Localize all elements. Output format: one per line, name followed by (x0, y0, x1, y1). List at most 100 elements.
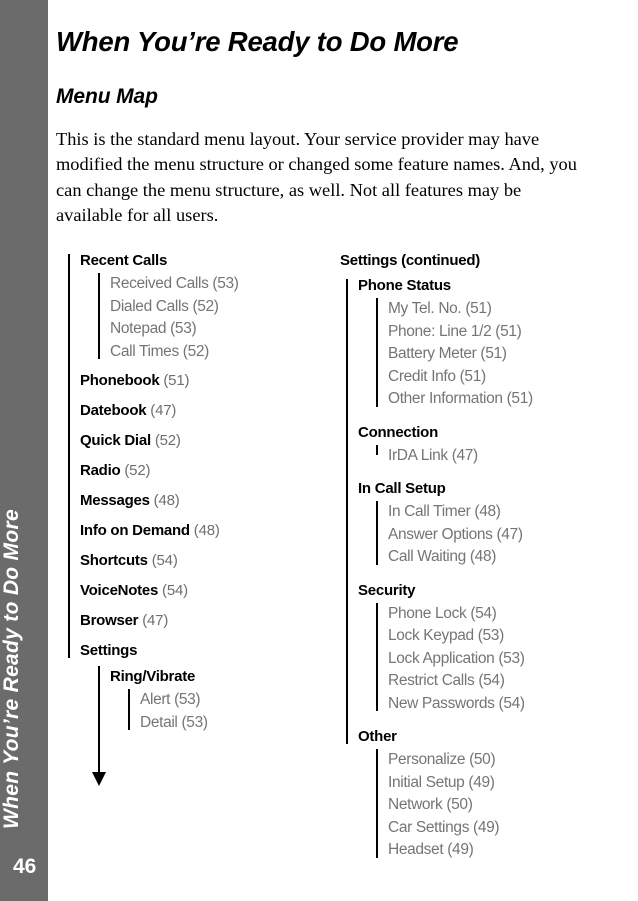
menu-entry-page-ref: (47) (146, 402, 177, 419)
menu-entry-label: Detail (53) (140, 713, 208, 731)
menu-subentry: Notepad (53) (110, 320, 197, 338)
menu-entry-label: Settings (continued) (340, 252, 480, 269)
section-heading: Menu Map (56, 85, 158, 108)
menu-entry-label: IrDA Link (47) (388, 446, 478, 464)
menu-entry-label: Other (358, 728, 397, 745)
menu-entry-in-call-setup: In Call Setup (358, 480, 446, 497)
intro-paragraph: This is the standard menu layout. Your s… (56, 129, 577, 225)
menu-subentry: Lock Application (53) (388, 650, 525, 668)
menu-entry-page-ref: (54) (158, 582, 188, 599)
menu-entry-radio: Radio (52) (80, 462, 150, 479)
page-title: When You’re Ready to Do More (56, 26, 459, 57)
menu-entry-page-ref: (54) (147, 552, 178, 569)
menu-entry-label: Browser (80, 612, 139, 629)
menu-entry-security: Security (358, 582, 415, 599)
menu-subentry: Credit Info (51) (388, 368, 486, 386)
menu-entry-label: Received Calls (53) (110, 275, 239, 292)
tree-rail-in-call-setup-children (376, 501, 378, 565)
menu-entry-label: Call Times (52) (110, 342, 209, 360)
menu-entry-other: Other (358, 728, 397, 745)
menu-entry-page-ref: (48) (189, 522, 220, 539)
menu-subentry: Call Waiting (48) (388, 548, 496, 566)
menu-entry-label: Datebook (80, 402, 147, 419)
menu-entry-label: Lock Application (53) (388, 649, 525, 667)
menu-subentry: Call Times (52) (110, 343, 209, 361)
menu-entry-label: Phone: Line 1/2 (51) (388, 322, 522, 340)
continuation-arrow-line (98, 666, 100, 774)
menu-entry-label: Info on Demand (80, 522, 190, 539)
menu-entry-recent-calls: Recent Calls (80, 252, 167, 269)
menu-subentry: Personalize (50) (388, 751, 496, 769)
menu-entry-label: Quick Dial (80, 432, 151, 449)
menu-entry-label: In Call Setup (358, 480, 446, 497)
menu-subentry: Restrict Calls (54) (388, 672, 505, 690)
menu-entry-page-ref: (52) (150, 432, 181, 449)
tree-rail-connection-children (376, 444, 378, 455)
menu-entry-label: Connection (358, 423, 438, 441)
menu-entry-quick-dial: Quick Dial (52) (80, 432, 181, 449)
menu-entry-label: Initial Setup (49) (388, 773, 495, 791)
continuation-arrow-head (92, 772, 106, 786)
menu-entry-label: Credit Info (51) (388, 367, 486, 385)
menu-entry-label: Dialed Calls (52) (110, 297, 219, 315)
menu-entry-phonebook: Phonebook (51) (80, 372, 189, 389)
menu-entry-voicenotes: VoiceNotes (54) (80, 582, 188, 599)
menu-entry-label: Call Waiting (48) (388, 548, 497, 565)
menu-entry-label: Shortcuts (80, 552, 148, 569)
menu-entry-label: Phonebook (80, 372, 160, 389)
menu-subentry: Lock Keypad (53) (388, 627, 504, 645)
menu-entry-page-ref: (48) (149, 492, 180, 509)
menu-entry-datebook: Datebook (47) (80, 402, 176, 419)
chapter-tab-rail: When You’re Ready to Do More 46 (0, 0, 48, 901)
menu-subentry: Alert (53) (140, 691, 201, 709)
menu-entry-label: In Call Timer (48) (388, 503, 501, 520)
menu-entry-label: Network (50) (388, 796, 473, 813)
menu-subentry: Headset (49) (388, 841, 474, 859)
menu-entry-page-ref: (51) (159, 372, 190, 389)
menu-subentry: Answer Options (47) (388, 526, 523, 544)
menu-subentry: Dialed Calls (52) (110, 298, 219, 316)
menu-subentry: My Tel. No. (51) (388, 300, 492, 318)
menu-entry-label: Radio (80, 462, 121, 479)
menu-entry-label: Alert (53) (140, 691, 201, 708)
menu-entry-label: Answer Options (47) (388, 525, 523, 543)
menu-entry-label: Recent Calls (80, 252, 168, 269)
menu-entry-label: New Passwords (54) (388, 694, 525, 712)
menu-entry-label: Phone Lock (54) (388, 604, 497, 622)
menu-entry-info-on-demand: Info on Demand (48) (80, 522, 220, 539)
chapter-tab-label: When You’re Ready to Do More (0, 509, 23, 829)
menu-subentry: Received Calls (53) (110, 275, 239, 293)
menu-entry-label: Other Information (51) (388, 390, 533, 407)
menu-entry-settings-continued: Settings (continued) (340, 252, 480, 269)
menu-entry-label: VoiceNotes (80, 582, 159, 599)
menu-subentry: In Call Timer (48) (388, 503, 501, 521)
menu-entry-label: Phone Status (358, 277, 451, 294)
menu-entry-label: Ring/Vibrate (110, 668, 196, 685)
menu-subentry: Detail (53) (140, 714, 208, 732)
menu-entry-page-ref: (47) (138, 612, 169, 629)
menu-subentry: Other Information (51) (388, 390, 533, 408)
menu-subentry: Network (50) (388, 796, 473, 814)
menu-entry-label: Security (358, 581, 416, 599)
menu-entry-label: Lock Keypad (53) (388, 627, 504, 644)
menu-entry-connection: Connection (358, 424, 438, 441)
tree-rail-right-main (346, 279, 348, 744)
menu-entry-label: My Tel. No. (51) (388, 300, 492, 317)
tree-rail-left-main (68, 254, 70, 658)
menu-subentry: Car Settings (49) (388, 818, 500, 837)
menu-subentry: Phone: Line 1/2 (51) (388, 322, 522, 341)
tree-rail-other-children (376, 749, 378, 858)
menu-subentry: New Passwords (54) (388, 695, 525, 713)
menu-entry-label: Messages (80, 492, 150, 509)
menu-subentry: IrDA Link (47) (388, 447, 478, 465)
menu-entry-settings: Settings (80, 642, 137, 659)
menu-entry-browser: Browser (47) (80, 612, 168, 629)
page-number: 46 (13, 855, 37, 878)
menu-subentry: Phone Lock (54) (388, 605, 497, 623)
menu-entry-label: Car Settings (49) (388, 818, 500, 836)
menu-entry-label: Personalize (50) (388, 751, 496, 768)
tree-rail-recent-calls-children (98, 273, 100, 359)
menu-subentry: Initial Setup (49) (388, 774, 495, 792)
menu-entry-label: Restrict Calls (54) (388, 672, 505, 689)
menu-entry-label: Settings (80, 642, 138, 659)
